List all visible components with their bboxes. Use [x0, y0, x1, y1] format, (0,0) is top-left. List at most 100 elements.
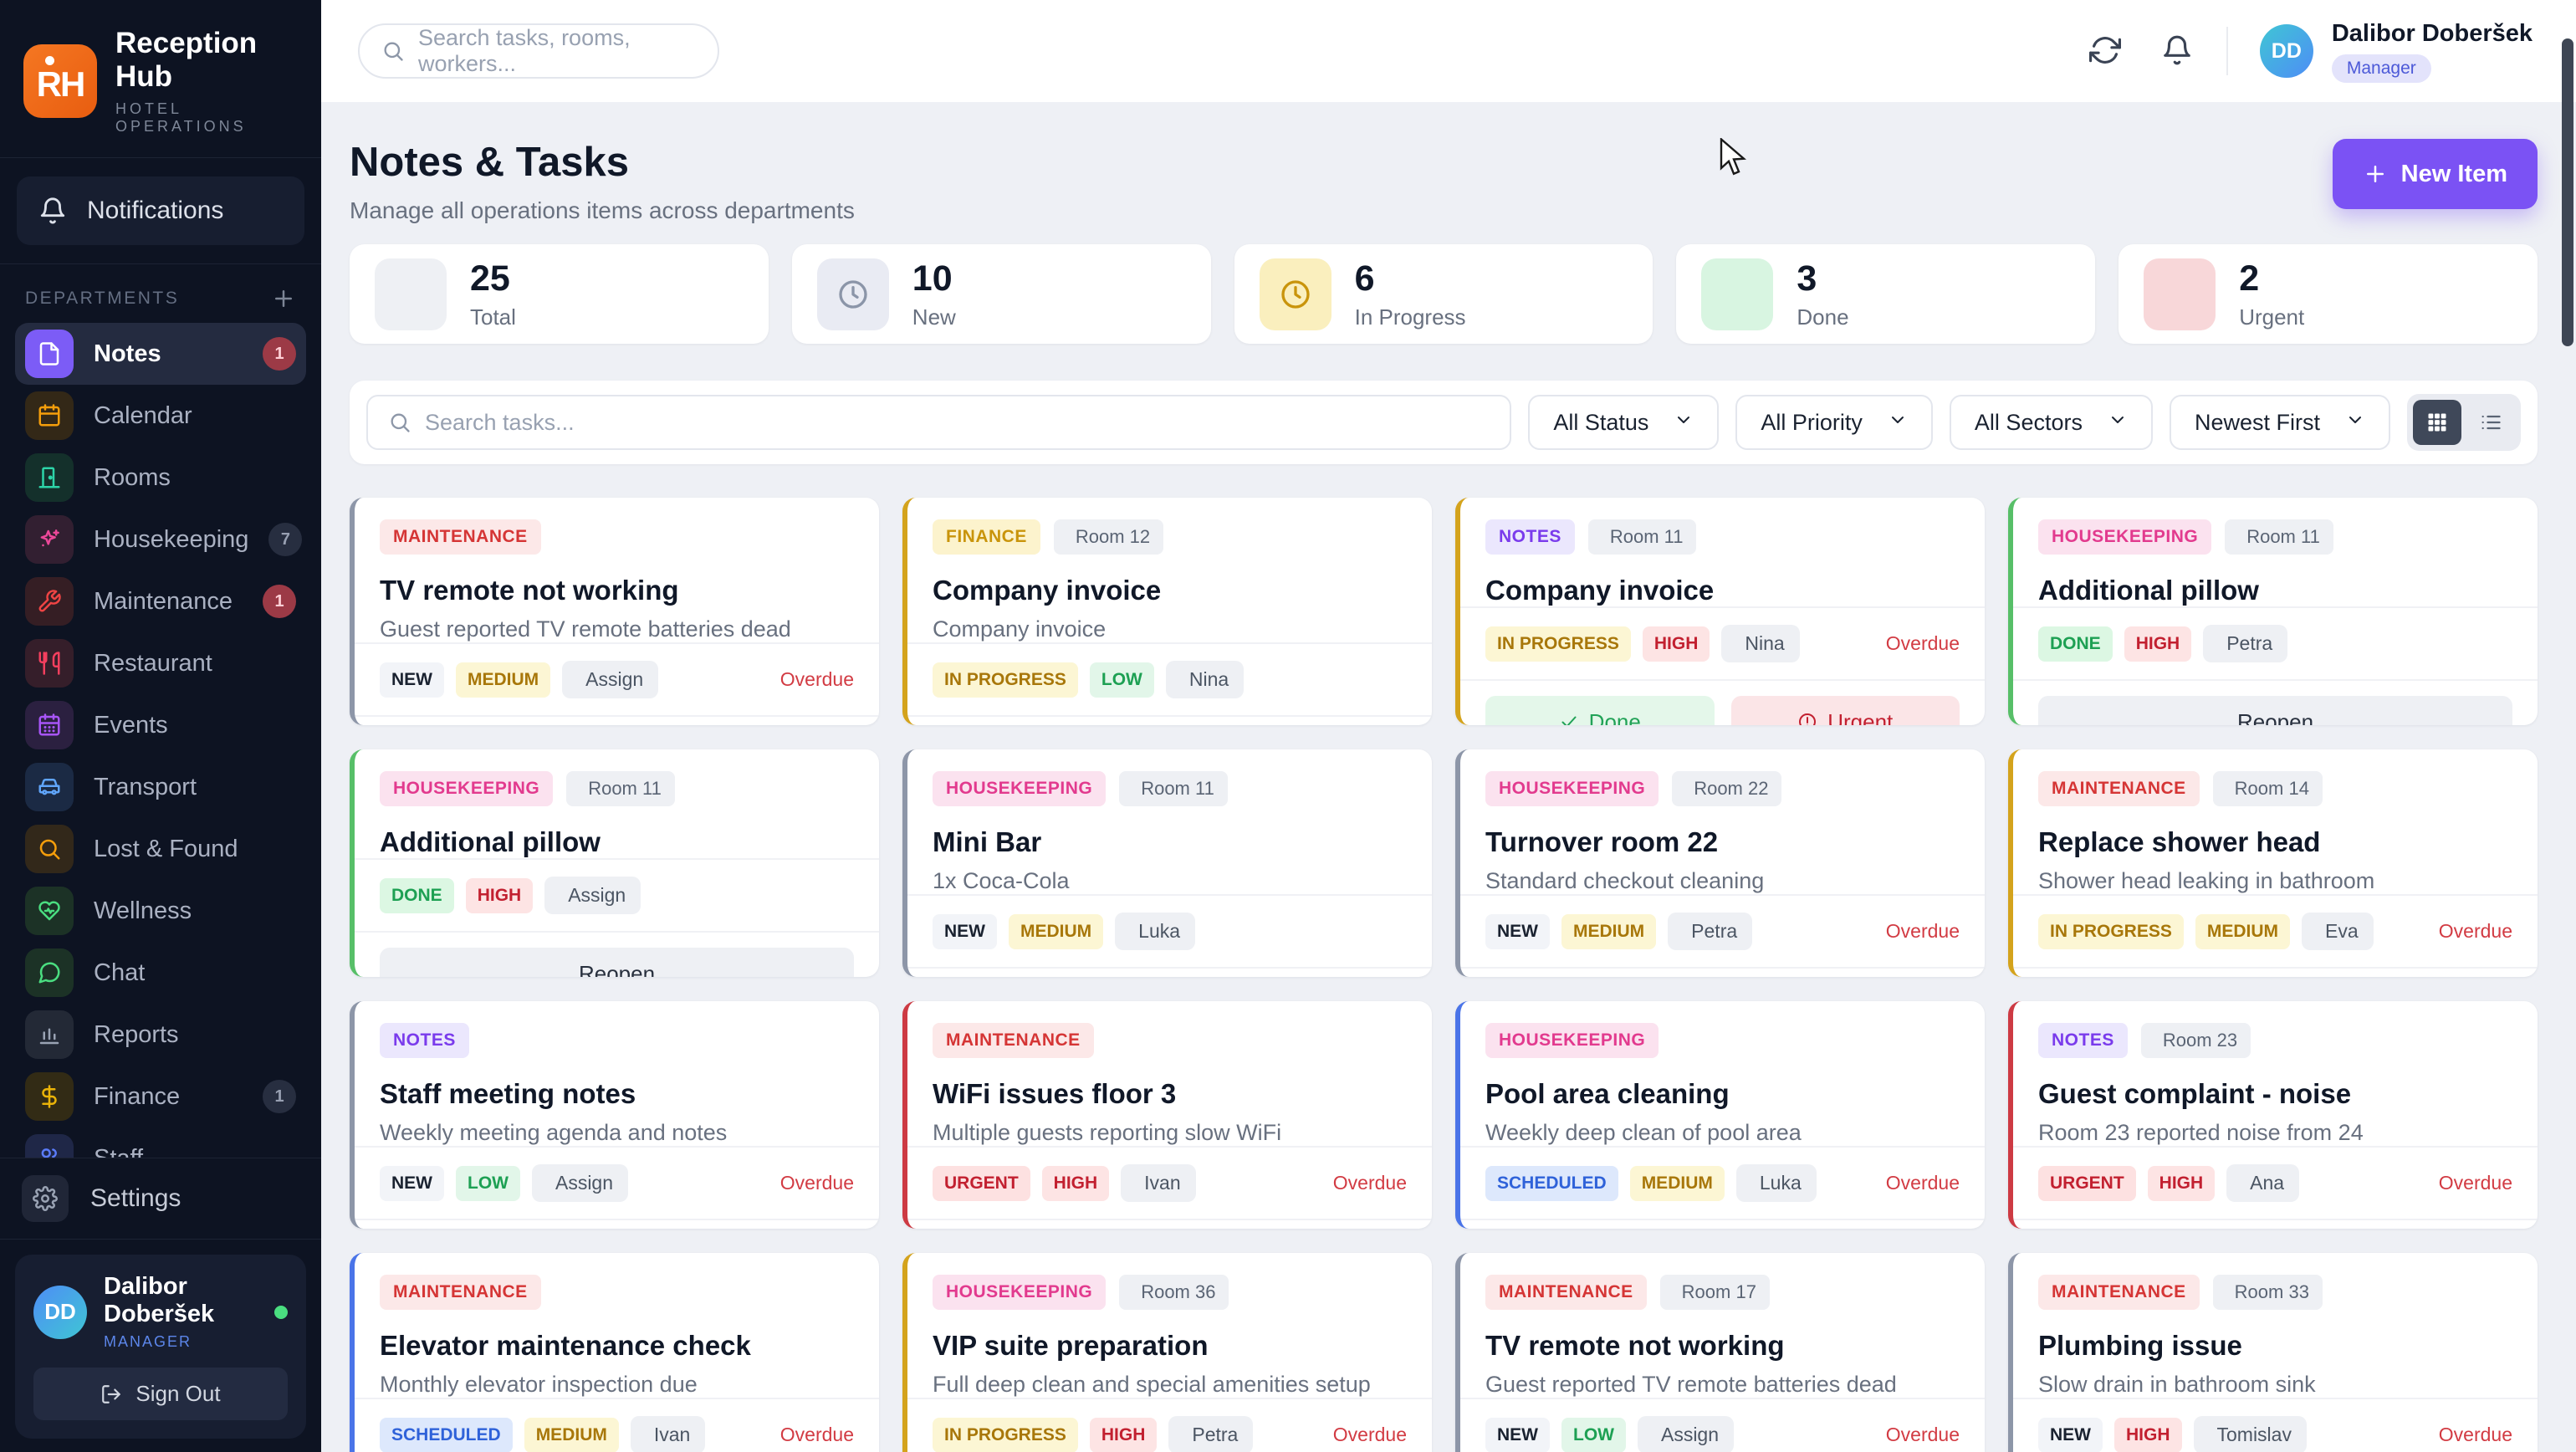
task-card[interactable]: NOTES Staff meeting notes Weekly meeting… — [350, 1001, 879, 1229]
task-card[interactable]: HOUSEKEEPING Room 22 Turnover room 22 St… — [1455, 749, 1985, 977]
stat-card-done: 3 Done — [1676, 244, 2095, 344]
room-badge: Room 33 — [2213, 1275, 2323, 1310]
sidebar-item-lost-found[interactable]: Lost & Found — [15, 818, 306, 880]
sidebar-item-finance[interactable]: Finance 1 — [15, 1066, 306, 1127]
assignee-chip[interactable]: Nina — [1721, 625, 1799, 662]
stat-label: Urgent — [2239, 304, 2304, 330]
status-badge: DONE — [380, 878, 454, 913]
chat-icon — [25, 948, 74, 997]
card-actions: DoneUrgent — [907, 715, 1432, 725]
assignee-chip[interactable]: Luka — [1736, 1164, 1817, 1202]
sidebar-item-calendar[interactable]: Calendar — [15, 385, 306, 447]
assignee-chip[interactable]: Assign — [532, 1164, 628, 1202]
sidebar-item-wellness[interactable]: Wellness — [15, 880, 306, 942]
overdue-indicator: Overdue — [1878, 1424, 1960, 1446]
assignee-chip[interactable]: Nina — [1166, 661, 1244, 698]
status-badge: NEW — [380, 1166, 444, 1201]
room-badge: Room 11 — [566, 771, 675, 806]
brand-name: Reception Hub — [115, 27, 298, 94]
sidebar-user-card: DD Dalibor Doberšek MANAGER Sign Out — [15, 1255, 306, 1439]
filter-select-all-status[interactable]: All Status — [1528, 395, 1719, 450]
chevron-down-icon — [1888, 410, 1908, 436]
topbar-user-role-badge: Manager — [2332, 54, 2431, 83]
task-search-input[interactable]: Search tasks... — [366, 395, 1511, 450]
assignee-chip[interactable]: Assign — [544, 877, 641, 914]
task-card[interactable]: HOUSEKEEPING Room 11 Additional pillow D… — [2008, 498, 2538, 725]
filter-select-all-priority[interactable]: All Priority — [1735, 395, 1933, 450]
status-badge: NEW — [2038, 1418, 2103, 1452]
assignee-chip[interactable]: Petra — [2203, 625, 2287, 662]
assignee-chip[interactable]: Eva — [2302, 913, 2374, 950]
task-title: Additional pillow — [2038, 575, 2512, 606]
topbar-avatar[interactable]: DD — [2260, 24, 2313, 78]
sign-out-button[interactable]: Sign Out — [33, 1368, 288, 1420]
sidebar-item-transport[interactable]: Transport — [15, 756, 306, 818]
grid-view-button[interactable] — [2413, 400, 2461, 445]
sidebar-item-rooms[interactable]: Rooms — [15, 447, 306, 509]
task-description: Shower head leaking in bathroom — [2038, 868, 2512, 894]
car-icon — [25, 763, 74, 811]
task-title: Company invoice — [933, 575, 1407, 606]
sidebar-item-events[interactable]: Events — [15, 694, 306, 756]
sidebar-item-chat[interactable]: Chat — [15, 942, 306, 1004]
filter-select-all-sectors[interactable]: All Sectors — [1950, 395, 2153, 450]
assignee-chip[interactable]: Tomislav — [2194, 1416, 2307, 1452]
user-role: MANAGER — [104, 1333, 258, 1351]
assignee-chip[interactable]: Luka — [1115, 913, 1195, 950]
assignee-chip[interactable]: Assign — [562, 661, 658, 698]
alert-circle-icon — [2144, 258, 2216, 330]
card-actions — [907, 1219, 1432, 1229]
assignee-chip[interactable]: Ivan — [631, 1416, 705, 1452]
task-card[interactable]: MAINTENANCE TV remote not working Guest … — [350, 498, 879, 725]
reopen-button[interactable]: Reopen — [380, 948, 854, 977]
task-card[interactable]: MAINTENANCE Elevator maintenance check M… — [350, 1253, 879, 1452]
sidebar-item-reports[interactable]: Reports — [15, 1004, 306, 1066]
sector-badge: HOUSEKEEPING — [933, 771, 1106, 806]
assignee-chip[interactable]: Petra — [1168, 1416, 1253, 1452]
task-card[interactable]: NOTES Room 23 Guest complaint - noise Ro… — [2008, 1001, 2538, 1229]
done-button[interactable]: Done — [1485, 696, 1715, 725]
sidebar-item-notes[interactable]: Notes 1 — [15, 323, 306, 385]
task-card[interactable]: HOUSEKEEPING Room 11 Additional pillow D… — [350, 749, 879, 977]
scrollbar-thumb[interactable] — [2562, 38, 2573, 346]
sidebar-item-housekeeping[interactable]: Housekeeping 7 — [15, 509, 306, 570]
sidebar-item-notifications[interactable]: Notifications — [17, 176, 304, 245]
room-badge: Room 12 — [1054, 519, 1163, 555]
assignee-chip[interactable]: Ana — [2226, 1164, 2299, 1202]
notifications-bell-button[interactable] — [2161, 34, 2195, 68]
task-card[interactable]: NOTES Room 11 Company invoice IN PROGRES… — [1455, 498, 1985, 725]
filter-select-newest-first[interactable]: Newest First — [2170, 395, 2390, 450]
overdue-indicator: Overdue — [2430, 1172, 2512, 1194]
task-card[interactable]: MAINTENANCE Room 14 Replace shower head … — [2008, 749, 2538, 977]
stats-row: 25 Total 10 New 6 In Progress 3 Done 2 U… — [350, 244, 2538, 344]
urgent-button[interactable]: Urgent — [1731, 696, 1960, 725]
task-card[interactable]: FINANCE Room 12 Company invoice Company … — [902, 498, 1432, 725]
list-view-button[interactable] — [2466, 400, 2515, 445]
filter-bar: Search tasks... All Status All Priority … — [350, 381, 2538, 464]
status-badge: URGENT — [933, 1166, 1030, 1201]
global-search-input[interactable]: Search tasks, rooms, workers... — [358, 23, 719, 79]
sidebar-item-maintenance[interactable]: Maintenance 1 — [15, 570, 306, 632]
refresh-button[interactable] — [2089, 34, 2123, 68]
stat-label: In Progress — [1355, 304, 1466, 330]
task-card[interactable]: MAINTENANCE WiFi issues floor 3 Multiple… — [902, 1001, 1432, 1229]
task-card[interactable]: MAINTENANCE Room 17 TV remote not workin… — [1455, 1253, 1985, 1452]
sector-badge: HOUSEKEEPING — [2038, 519, 2211, 555]
sidebar-item-staff[interactable]: Staff — [15, 1127, 306, 1158]
global-search-placeholder: Search tasks, rooms, workers... — [418, 25, 696, 77]
assignee-chip[interactable]: Ivan — [1121, 1164, 1195, 1202]
reopen-button[interactable]: Reopen — [2038, 696, 2512, 725]
sidebar-item-restaurant[interactable]: Restaurant — [15, 632, 306, 694]
sector-badge: HOUSEKEEPING — [933, 1275, 1106, 1310]
new-item-button[interactable]: New Item — [2333, 139, 2538, 209]
task-card[interactable]: MAINTENANCE Room 33 Plumbing issue Slow … — [2008, 1253, 2538, 1452]
task-card[interactable]: HOUSEKEEPING Pool area cleaning Weekly d… — [1455, 1001, 1985, 1229]
sidebar-item-settings[interactable]: Settings — [22, 1175, 299, 1222]
card-actions: StartUrgent — [907, 967, 1432, 977]
assignee-chip[interactable]: Petra — [1668, 913, 1752, 950]
add-department-button[interactable] — [271, 286, 296, 311]
task-card[interactable]: HOUSEKEEPING Room 11 Mini Bar 1x Coca-Co… — [902, 749, 1432, 977]
priority-badge: HIGH — [1643, 626, 1710, 662]
task-card[interactable]: HOUSEKEEPING Room 36 VIP suite preparati… — [902, 1253, 1432, 1452]
assignee-chip[interactable]: Assign — [1638, 1416, 1734, 1452]
